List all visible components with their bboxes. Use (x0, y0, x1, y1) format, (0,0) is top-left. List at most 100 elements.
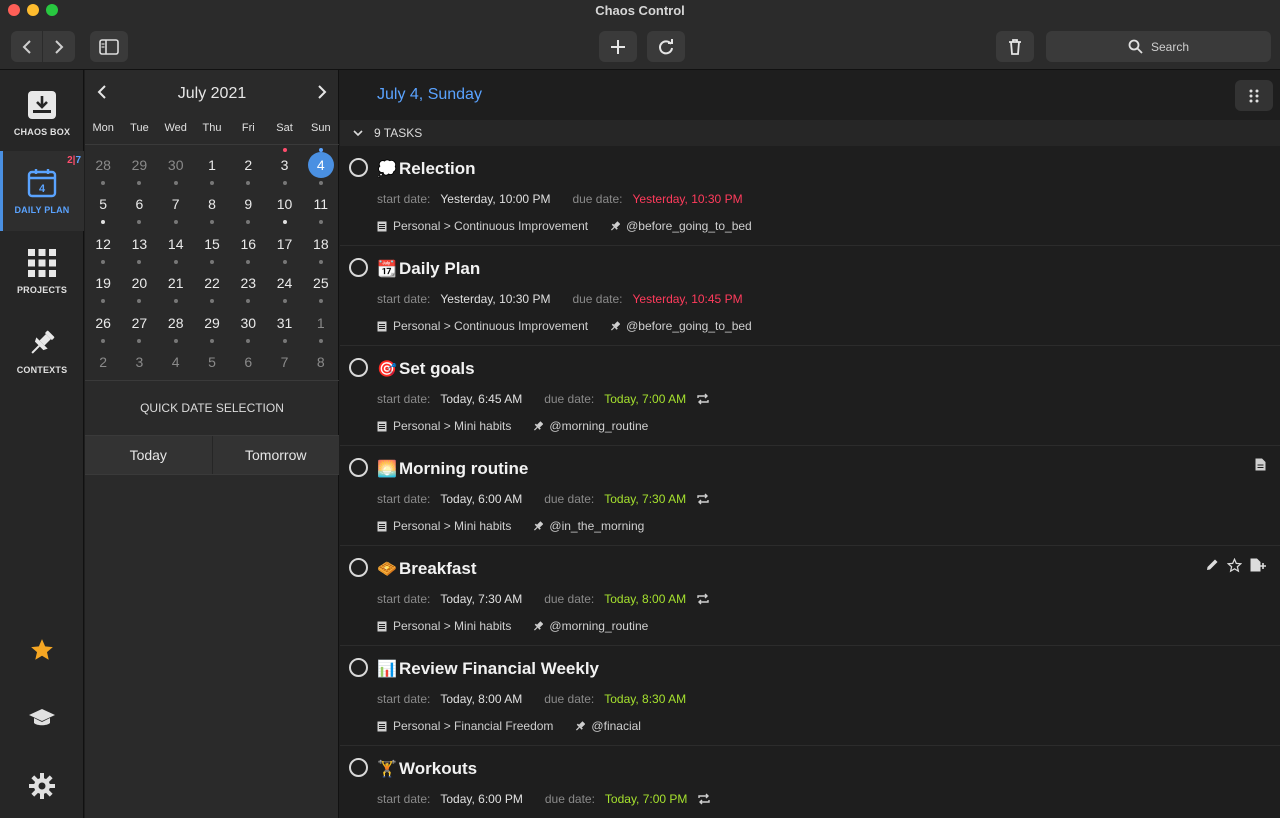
calendar-day[interactable]: 29 (121, 145, 157, 185)
view-options-button[interactable] (1235, 80, 1273, 111)
add-task-button[interactable] (599, 31, 637, 62)
calendar-day[interactable]: 6 (230, 343, 266, 383)
task-row[interactable]: 📊 Review Financial Weekly start date: Today… (340, 646, 1280, 746)
calendar-day[interactable]: 3 (121, 343, 157, 383)
calendar-day-number: 29 (131, 156, 148, 173)
task-checkbox[interactable] (349, 158, 368, 177)
next-month-button[interactable] (315, 84, 329, 105)
calendar-day[interactable]: 13 (121, 224, 157, 264)
calendar-day-number: 14 (167, 235, 184, 252)
task-context[interactable]: @morning_routine (549, 419, 648, 433)
back-button[interactable] (11, 31, 43, 62)
task-checkbox[interactable] (349, 258, 368, 277)
task-checkbox[interactable] (349, 558, 368, 577)
graduation-cap-icon (29, 709, 55, 726)
calendar-day[interactable]: 15 (194, 224, 230, 264)
tutorials-button[interactable] (22, 698, 62, 738)
calendar-day[interactable]: 5 (194, 343, 230, 383)
task-context[interactable]: @morning_routine (549, 619, 648, 633)
task-checkbox[interactable] (349, 658, 368, 677)
settings-button[interactable] (22, 766, 62, 806)
calendar-day-number: 30 (167, 156, 184, 173)
nav-contexts[interactable]: CONTEXTS (0, 311, 84, 391)
task-checkbox[interactable] (349, 758, 368, 777)
calendar-day[interactable]: 8 (303, 343, 339, 383)
delete-button[interactable] (996, 31, 1034, 62)
calendar-day[interactable]: 8 (194, 185, 230, 224)
task-context[interactable]: @before_going_to_bed (626, 219, 752, 233)
due-date-key: due date: (572, 292, 623, 306)
start-date-value: Today, 7:30 AM (440, 592, 523, 606)
calendar-day[interactable]: 7 (158, 185, 194, 224)
task-project[interactable]: Personal > Financial Freedom (393, 719, 553, 733)
calendar-day[interactable]: 18 (303, 224, 339, 264)
task-row[interactable]: 🧇 Breakfast start date: Today, 7:30 AM due … (340, 546, 1280, 646)
calendar-day[interactable]: 28 (158, 303, 194, 343)
weekday-label: Sun (311, 122, 331, 134)
trash-icon (1009, 38, 1021, 55)
task-group-header[interactable]: 9 TASKS (340, 120, 1280, 146)
calendar-day[interactable]: 28 (85, 145, 121, 185)
calendar-day[interactable]: 14 (158, 224, 194, 264)
calendar-day[interactable]: 25 (303, 264, 339, 303)
edit-pencil-icon[interactable] (1205, 558, 1219, 572)
calendar-day[interactable]: 17 (266, 224, 302, 264)
calendar-day[interactable]: 4 (303, 145, 339, 185)
calendar-day[interactable]: 1 (194, 145, 230, 185)
calendar-day[interactable]: 29 (194, 303, 230, 343)
tomorrow-button[interactable]: Tomorrow (212, 436, 339, 474)
task-checkbox[interactable] (349, 358, 368, 377)
calendar-day[interactable]: 1 (303, 303, 339, 343)
sync-button[interactable] (647, 31, 685, 62)
task-checkbox[interactable] (349, 458, 368, 477)
calendar-day[interactable]: 7 (266, 343, 302, 383)
task-project[interactable]: Personal > Continuous Improvement (393, 219, 588, 233)
calendar-day[interactable]: 10 (266, 185, 302, 224)
task-row[interactable]: 💭 Relection start date: Yesterday, 10:00 PM… (340, 146, 1280, 246)
task-context[interactable]: @finacial (591, 719, 641, 733)
calendar-day[interactable]: 27 (121, 303, 157, 343)
today-button[interactable]: Today (85, 436, 213, 474)
task-row[interactable]: 🌅 Morning routine start date: Today, 6:00 A… (340, 446, 1280, 546)
toggle-sidebar-button[interactable] (90, 31, 128, 62)
search-field[interactable]: Search (1046, 31, 1271, 62)
calendar-day[interactable]: 19 (85, 264, 121, 303)
task-context[interactable]: @before_going_to_bed (626, 319, 752, 333)
prev-month-button[interactable] (95, 84, 109, 105)
calendar-day[interactable]: 23 (230, 264, 266, 303)
calendar-day[interactable]: 6 (121, 185, 157, 224)
add-note-icon[interactable] (1250, 558, 1266, 572)
task-row[interactable]: 🏋 Workouts start date: Today, 6:00 PM due da… (340, 746, 1280, 818)
calendar-day[interactable]: 26 (85, 303, 121, 343)
task-row[interactable]: 🎯 Set goals start date: Today, 6:45 AM due d… (340, 346, 1280, 446)
forward-button[interactable] (43, 31, 75, 62)
calendar-day[interactable]: 2 (230, 145, 266, 185)
calendar-day[interactable]: 16 (230, 224, 266, 264)
nav-chaos-box[interactable]: CHAOS BOX (0, 73, 84, 153)
calendar-day[interactable]: 2 (85, 343, 121, 383)
calendar-day[interactable]: 9 (230, 185, 266, 224)
task-context[interactable]: @in_the_morning (549, 519, 644, 533)
task-project[interactable]: Personal > Mini habits (393, 519, 511, 533)
favorites-button[interactable] (22, 630, 62, 670)
calendar-day[interactable]: 4 (158, 343, 194, 383)
star-outline-icon[interactable] (1227, 558, 1242, 573)
task-project[interactable]: Personal > Continuous Improvement (393, 319, 588, 333)
calendar-day[interactable]: 21 (158, 264, 194, 303)
calendar-day[interactable]: 30 (230, 303, 266, 343)
calendar-day[interactable]: 31 (266, 303, 302, 343)
calendar-day[interactable]: 22 (194, 264, 230, 303)
note-icon[interactable] (1255, 458, 1266, 471)
calendar-day[interactable]: 5 (85, 185, 121, 224)
calendar-day[interactable]: 20 (121, 264, 157, 303)
calendar-day[interactable]: 12 (85, 224, 121, 264)
task-project[interactable]: Personal > Mini habits (393, 419, 511, 433)
calendar-day[interactable]: 30 (158, 145, 194, 185)
calendar-day[interactable]: 11 (303, 185, 339, 224)
nav-daily-plan[interactable]: 2|7 4 DAILY PLAN (0, 151, 84, 231)
calendar-day[interactable]: 24 (266, 264, 302, 303)
task-project[interactable]: Personal > Mini habits (393, 619, 511, 633)
calendar-day[interactable]: 3 (266, 145, 302, 185)
nav-projects[interactable]: PROJECTS (0, 231, 84, 311)
task-row[interactable]: 📆 Daily Plan start date: Yesterday, 10:30 P… (340, 246, 1280, 346)
